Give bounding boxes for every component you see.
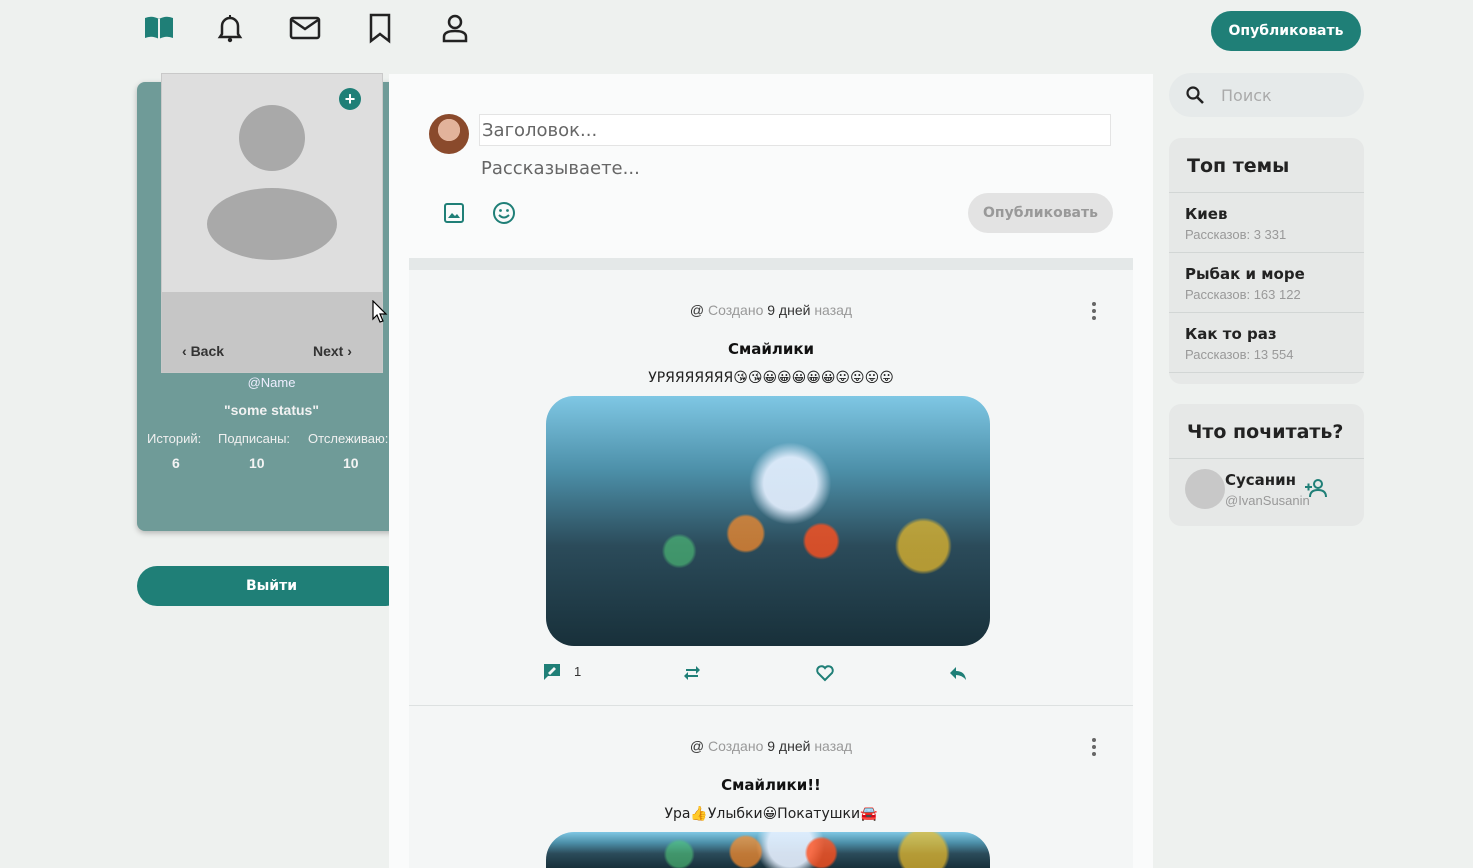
chevron-right-icon: ›	[347, 343, 352, 359]
topic-name: Киев	[1185, 205, 1228, 223]
logout-button[interactable]: Выйти	[137, 566, 406, 606]
add-photo-button[interactable]: +	[339, 88, 361, 110]
repost-icon[interactable]	[682, 663, 702, 683]
stat-label-followers: Подписаны:	[218, 431, 291, 446]
post-meta: @ Создано 9 дней назад	[689, 738, 853, 754]
stat-value-followers: 10	[249, 455, 265, 471]
stat-label-stories: Историй:	[147, 431, 202, 446]
bookmark-icon[interactable]	[364, 12, 396, 44]
stat-value-following: 10	[343, 455, 359, 471]
reply-icon[interactable]	[948, 663, 968, 683]
topic-name: Рыбак и море	[1185, 265, 1305, 283]
composer-avatar	[429, 114, 469, 154]
post-text: Ура👍Улыбки😀Покатушки🚘	[664, 806, 878, 822]
post-image[interactable]	[546, 396, 990, 646]
suggest-panel: Что почитать? Сусанин @IvanSusanin	[1169, 404, 1364, 526]
suggest-user-name[interactable]: Сусанин	[1225, 471, 1296, 489]
composer-divider	[409, 258, 1133, 270]
profile-username: @Name	[247, 375, 296, 390]
stat-label-following: Отслеживаю:	[308, 431, 389, 446]
topic-count: Рассказов: 13 554	[1185, 347, 1294, 362]
user-icon[interactable]	[439, 12, 471, 44]
stat-value-stories: 6	[172, 455, 180, 471]
suggest-avatar	[1185, 469, 1225, 509]
more-options-icon[interactable]	[1092, 738, 1096, 759]
topic-count: Рассказов: 163 122	[1185, 287, 1301, 302]
back-button[interactable]: ‹ Back	[182, 343, 224, 359]
carousel-footer	[162, 292, 382, 372]
book-icon[interactable]	[143, 12, 175, 44]
topic-item[interactable]: Киев Рассказов: 3 331	[1169, 193, 1364, 253]
back-label: Back	[190, 343, 225, 359]
title-input[interactable]	[479, 114, 1111, 146]
profile-status: "some status"	[224, 402, 319, 418]
post-title: Смайлики	[727, 340, 815, 358]
heart-icon[interactable]	[815, 663, 835, 683]
suggest-title: Что почитать?	[1169, 404, 1364, 459]
post-meta: @ Создано 9 дней назад	[689, 302, 853, 318]
add-user-icon[interactable]	[1304, 478, 1328, 498]
mouse-cursor-icon	[372, 300, 388, 323]
next-button[interactable]: Next ›	[313, 343, 352, 359]
post-title: Смайлики!!	[721, 776, 821, 794]
top-topics-title: Топ темы	[1169, 138, 1364, 193]
bell-icon[interactable]	[214, 12, 246, 44]
story-input[interactable]: Рассказываете...	[481, 158, 640, 179]
mail-icon[interactable]	[289, 12, 321, 44]
topic-item[interactable]: Рыбак и море Рассказов: 163 122	[1169, 253, 1364, 313]
search-icon	[1186, 86, 1204, 104]
avatar-placeholder-icon	[207, 105, 337, 260]
topic-item[interactable]: Как то раз Рассказов: 13 554	[1169, 313, 1364, 373]
suggest-user-handle: @IvanSusanin	[1225, 493, 1310, 508]
composer-publish-button[interactable]: Опубликовать	[968, 193, 1113, 233]
more-options-icon[interactable]	[1092, 302, 1096, 323]
profile-photo-carousel: + ‹ Back Next ›	[161, 73, 383, 373]
post-text: УРЯЯЯЯЯЯЯ😘😘😀😀😀😀😀😛😛😛😛	[648, 370, 894, 386]
comment-icon[interactable]	[542, 662, 562, 682]
emoji-icon[interactable]	[492, 201, 516, 225]
topic-name: Как то раз	[1185, 325, 1277, 343]
image-icon[interactable]	[443, 202, 465, 224]
search-box[interactable]	[1169, 73, 1364, 117]
search-input[interactable]	[1219, 85, 1353, 106]
comment-count: 1	[574, 664, 582, 679]
topic-count: Рассказов: 3 331	[1185, 227, 1287, 242]
post-card: @ Создано 9 дней назад Смайлики!! Ура👍Ул…	[409, 706, 1133, 868]
post-image[interactable]	[546, 832, 990, 868]
top-topics-panel: Топ темы Киев Рассказов: 3 331 Рыбак и м…	[1169, 138, 1364, 384]
publish-button[interactable]: Опубликовать	[1211, 11, 1361, 51]
post-card: @ Создано 9 дней назад Смайлики УРЯЯЯЯЯЯ…	[409, 270, 1133, 706]
chevron-left-icon: ‹	[182, 343, 187, 359]
next-label: Next	[313, 343, 344, 359]
